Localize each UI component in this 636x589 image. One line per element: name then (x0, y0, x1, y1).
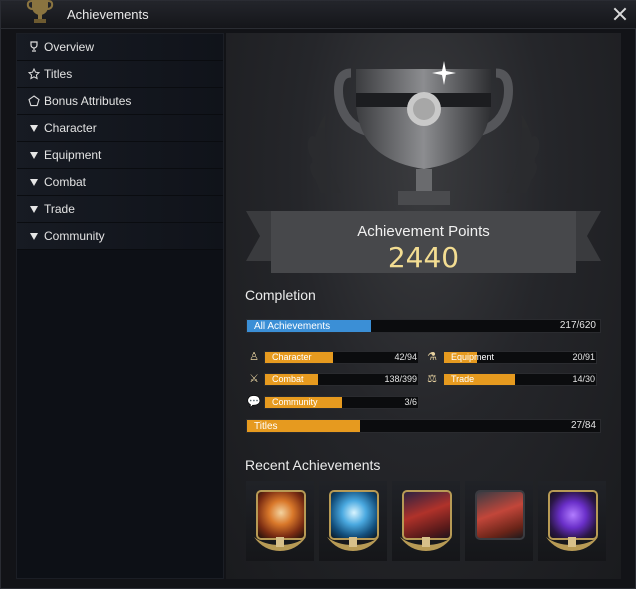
close-icon[interactable] (611, 5, 629, 23)
trade-bar: Trade 14/30 (443, 373, 597, 386)
sidebar-item-label: Overview (44, 40, 95, 54)
title-bar[interactable]: Achievements (1, 0, 636, 29)
laurel-icon (546, 537, 598, 551)
bar-count: 14/30 (572, 374, 595, 384)
bar-count: 27/84 (570, 420, 596, 431)
chat-bubble-icon: 💬 (247, 396, 261, 408)
recent-achievement-item[interactable] (538, 481, 606, 561)
progress-track: Titles (246, 419, 601, 433)
equipment-bar: Equipment 20/91 (443, 351, 597, 364)
bar-label: Character (272, 352, 312, 362)
sidebar-item-community[interactable]: Community (17, 223, 223, 250)
achievement-points-value: 2440 (387, 241, 460, 274)
bar-label: Combat (272, 374, 304, 384)
bar-count: 138/399 (384, 374, 417, 384)
trophy-icon (27, 41, 40, 54)
all-achievements-bar: All Achievements 217/620 (246, 319, 601, 333)
bar-count: 20/91 (572, 352, 595, 362)
sidebar-item-label: Bonus Attributes (44, 94, 132, 108)
bar-label: Trade (451, 374, 475, 384)
sidebar-item-label: Titles (44, 67, 73, 81)
character-icon: ♙ (249, 351, 259, 363)
laurel-icon (327, 537, 379, 551)
sidebar-item-equipment[interactable]: Equipment (17, 142, 223, 169)
sidebar-item-label: Equipment (44, 148, 102, 162)
expand-arrow-icon (27, 230, 40, 243)
recent-achievement-item[interactable] (392, 481, 460, 561)
sidebar-item-titles[interactable]: Titles (17, 61, 223, 88)
recent-achievement-item[interactable] (465, 481, 533, 561)
bar-count: 3/6 (404, 397, 417, 407)
sidebar-item-character[interactable]: Character (17, 115, 223, 142)
achievements-window: Achievements Overview Titles Bonus Attri… (0, 0, 636, 589)
sidebar-item-label: Community (44, 229, 105, 243)
sidebar-item-bonus-attributes[interactable]: Bonus Attributes (17, 88, 223, 115)
laurel-icon (254, 537, 306, 551)
character-bar: Character 42/94 (264, 351, 419, 364)
bar-label: Titles (254, 421, 278, 432)
trophy-icon (26, 0, 54, 23)
recent-achievement-item[interactable] (246, 481, 314, 561)
sidebar-item-label: Character (44, 121, 97, 135)
sidebar-item-combat[interactable]: Combat (17, 169, 223, 196)
red-haired-fighter-badge-icon (475, 490, 525, 540)
pentagon-icon (27, 95, 40, 108)
bar-label: Community (272, 397, 318, 407)
expand-arrow-icon (27, 122, 40, 135)
expand-arrow-icon (27, 149, 40, 162)
progress-track: Community (264, 396, 419, 409)
community-bar: Community 3/6 (264, 396, 419, 409)
recent-achievement-item[interactable] (319, 481, 387, 561)
titles-bar: Titles 27/84 (246, 419, 601, 433)
bar-count: 217/620 (559, 320, 596, 331)
bar-count: 42/94 (394, 352, 417, 362)
laurel-icon (400, 537, 452, 551)
sidebar-item-overview[interactable]: Overview (17, 34, 223, 61)
sidebar-item-label: Combat (44, 175, 87, 189)
sidebar-item-trade[interactable]: Trade (17, 196, 223, 223)
recent-achievements-list (246, 481, 608, 561)
crossed-swords-icon: ⚔ (249, 373, 259, 385)
overview-panel: Achievement Points 2440 Completion All A… (226, 33, 621, 579)
bar-label: All Achievements (254, 321, 331, 332)
completion-title: Completion (245, 287, 316, 303)
sidebar: Overview Titles Bonus Attributes Charact… (16, 33, 224, 579)
progress-track: All Achievements (246, 319, 601, 333)
expand-arrow-icon (27, 176, 40, 189)
recent-achievements-title: Recent Achievements (245, 457, 381, 473)
bar-label: Equipment (451, 352, 495, 362)
equipment-icon: ⚗ (427, 351, 437, 363)
expand-arrow-icon (27, 203, 40, 216)
star-icon (27, 68, 40, 81)
sidebar-item-label: Trade (44, 202, 75, 216)
window-title: Achievements (67, 7, 149, 22)
scales-icon: ⚖ (427, 373, 437, 385)
combat-bar: Combat 138/399 (264, 373, 419, 386)
achievement-points-label: Achievement Points (357, 223, 490, 240)
